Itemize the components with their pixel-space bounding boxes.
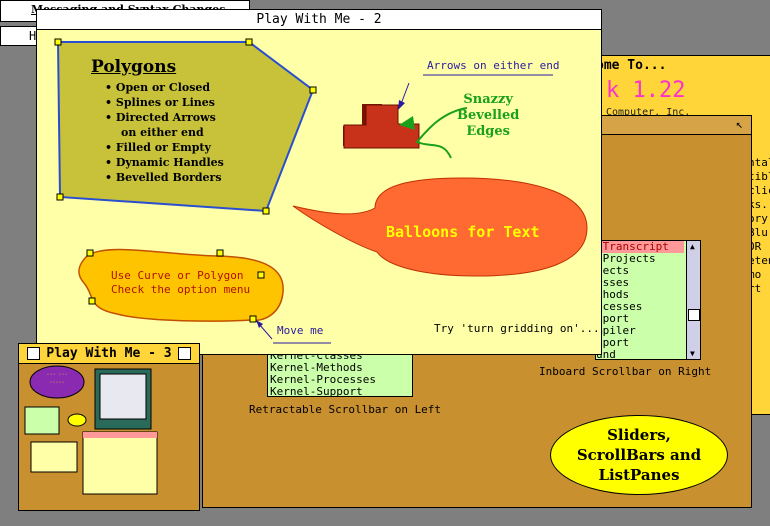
sliders-badge: Sliders, ScrollBars and ListPanes [550, 415, 728, 495]
scroll-up-arrow-icon[interactable]: ▲ [690, 242, 695, 251]
play-with-me-2-window[interactable]: Play With Me - 2 Polygons • Open or Clos… [36, 9, 602, 355]
left-list-caption: Retractable Scrollbar on Left [249, 403, 442, 416]
small-titlebar[interactable]: Play With Me - 3 [19, 344, 199, 364]
right-list-caption: Inboard Scrollbar on Right [539, 365, 712, 378]
zoom-box-icon[interactable] [178, 347, 191, 360]
scroll-thumb[interactable] [688, 309, 700, 321]
main-titlebar[interactable]: Play With Me - 2 [37, 10, 601, 30]
desktop: { "background_windows": { "top_left_titl… [0, 0, 770, 526]
purple-arrowhead [398, 100, 405, 110]
balloon-text[interactable]: Balloons for Text [386, 223, 540, 241]
curve-handle [88, 297, 96, 305]
polygon-handle [56, 193, 64, 201]
curve-handle [257, 271, 265, 279]
small-window-title: Play With Me - 3 [46, 346, 172, 361]
list-item: • Filled or Empty [105, 141, 211, 154]
resize-arrow-icon[interactable]: ↖ [736, 117, 743, 131]
small-canvas-thumbnail: ··· ··· ····· [24, 365, 158, 495]
close-box-icon[interactable] [27, 347, 40, 360]
list-item: • Directed Arrows [105, 111, 216, 124]
left-listpane[interactable]: Kernel-Classes Kernel-Methods Kernel-Pro… [267, 350, 413, 397]
move-me-line [258, 323, 273, 340]
drawing-canvas[interactable] [37, 30, 601, 354]
polygon-handle [262, 207, 270, 215]
welcome-title: ome To... [596, 58, 667, 73]
polygons-heading: Polygons [91, 57, 177, 77]
list-item[interactable]: und [596, 349, 684, 360]
play-with-me-3-window[interactable]: Play With Me - 3 ··· ··· ····· [18, 343, 200, 511]
svg-text:··· ···: ··· ··· [46, 372, 67, 378]
svg-text:·····: ····· [49, 380, 64, 386]
list-item: on either end [121, 126, 204, 139]
list-item: • Open or Closed [105, 81, 211, 94]
list-item: • Bevelled Borders [105, 171, 222, 184]
list-item: • Dynamic Handles [105, 156, 224, 169]
list-item[interactable]: Kernel-Support [268, 386, 412, 397]
list-item: • Splines or Lines [105, 96, 215, 109]
curve-handle [249, 315, 257, 323]
move-me-label[interactable]: Move me [277, 324, 323, 337]
purple-arrow-line [400, 82, 410, 105]
polygon-handle [309, 86, 317, 94]
gridding-hint: Try 'turn gridding on'... [434, 322, 600, 335]
scroll-down-arrow-icon[interactable]: ▼ [690, 349, 695, 358]
inboard-scrollbar[interactable]: ▲ ▼ [686, 241, 700, 359]
polygon-handle [54, 38, 62, 46]
main-window-title: Play With Me - 2 [256, 12, 382, 27]
right-listpane[interactable]: -Transcript -Projects jects asses thods … [595, 240, 701, 360]
curve-handle [86, 249, 94, 257]
curve-text[interactable]: Use Curve or Polygon Check the option me… [111, 269, 250, 297]
arrows-label: Arrows on either end [427, 59, 560, 72]
polygon-handle [245, 38, 253, 46]
polygon-feature-list: • Open or Closed • Splines or Lines • Di… [105, 80, 224, 185]
welcome-version: k 1.22 [606, 78, 686, 103]
curve-handle [216, 249, 224, 257]
bevel-label: Snazzy Bevelled Edges [457, 92, 520, 139]
